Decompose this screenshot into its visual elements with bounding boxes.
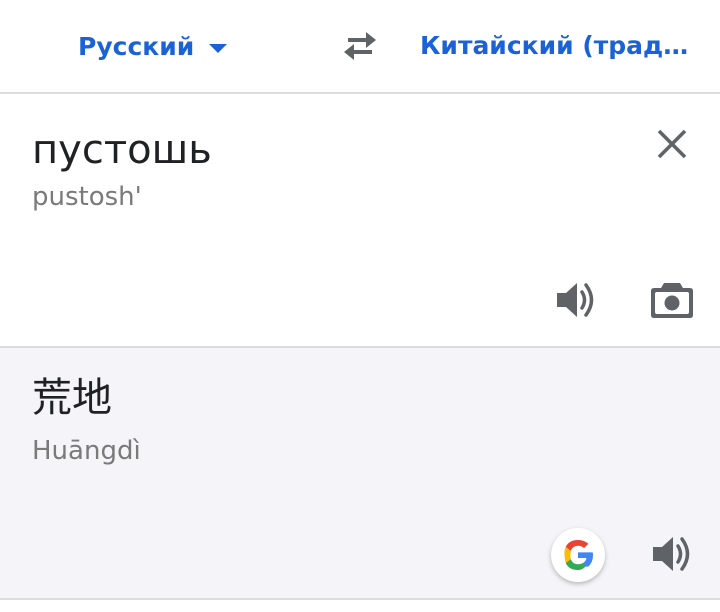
- source-language-label: Русский: [78, 31, 195, 61]
- result-panel: 荒地 Huāngdì: [0, 346, 720, 600]
- language-bar: Русский Китайский (традиц…: [0, 0, 720, 94]
- translate-app: Русский Китайский (традиц… пустошь pusto…: [0, 0, 720, 612]
- clear-button[interactable]: [650, 122, 694, 166]
- source-panel: пустошь pustosh': [0, 94, 720, 346]
- camera-icon: [651, 283, 693, 318]
- result-text: 荒地: [32, 375, 112, 421]
- google-logo-icon: [564, 540, 593, 570]
- source-language-selector[interactable]: Русский: [78, 28, 228, 64]
- result-transliteration: Huāngdì: [32, 436, 141, 466]
- source-listen-button[interactable]: [552, 278, 600, 322]
- source-transliteration: pustosh': [32, 182, 142, 212]
- close-icon: [657, 129, 687, 159]
- caret-down-icon: [209, 44, 228, 53]
- result-listen-button[interactable]: [648, 532, 696, 576]
- source-text[interactable]: пустошь: [32, 124, 212, 176]
- speaker-icon: [557, 283, 594, 317]
- target-language-selector[interactable]: Китайский (традиц…: [420, 28, 700, 64]
- camera-button[interactable]: [648, 277, 696, 323]
- swap-arrows-icon: [344, 32, 376, 60]
- speaker-icon: [653, 537, 690, 571]
- swap-languages-button[interactable]: [338, 26, 382, 66]
- google-search-button[interactable]: [551, 528, 605, 582]
